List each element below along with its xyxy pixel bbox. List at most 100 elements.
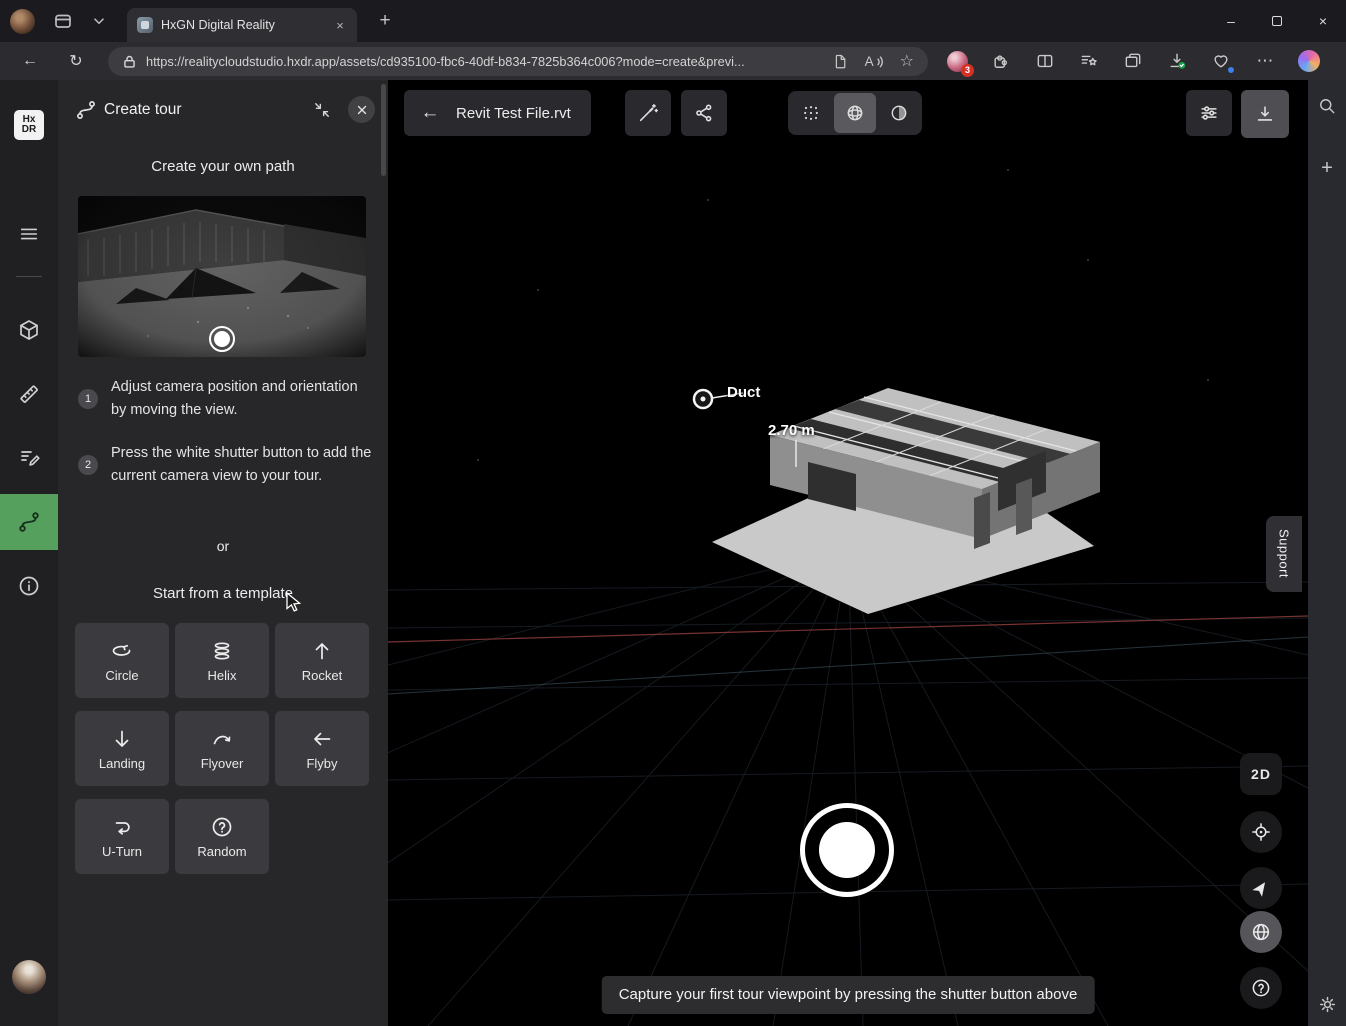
address-bar[interactable]: https://realitycloudstudio.hxdr.app/asse… xyxy=(108,47,928,76)
locate-button[interactable] xyxy=(1240,811,1282,853)
template-circle[interactable]: Circle xyxy=(75,623,169,698)
mesh-mode-button[interactable] xyxy=(834,93,876,133)
minimize-button[interactable]: – xyxy=(1208,0,1254,42)
panel-title: Create tour xyxy=(104,101,182,119)
browser-titlebar: HxGN Digital Reality × + – × xyxy=(0,0,1346,42)
annotate-icon[interactable] xyxy=(17,446,41,470)
download-model-button[interactable] xyxy=(1241,90,1289,138)
template-helix[interactable]: Helix xyxy=(175,623,269,698)
textured-mode-button[interactable] xyxy=(878,93,920,133)
collections-icon[interactable] xyxy=(1120,48,1146,74)
question-icon xyxy=(210,815,234,839)
file-name: Revit Test File.rvt xyxy=(456,105,591,122)
split-screen-icon[interactable] xyxy=(1032,48,1058,74)
file-pill: ← Revit Test File.rvt xyxy=(404,90,591,136)
template-flyby[interactable]: Flyby xyxy=(275,711,369,786)
u-turn-icon xyxy=(110,815,134,839)
view-settings-button[interactable] xyxy=(1186,90,1232,136)
favorites-icon[interactable] xyxy=(1076,48,1102,74)
notification-badge: 3 xyxy=(961,64,974,77)
step-2: 2 Press the white shutter button to add … xyxy=(78,442,372,488)
step-1-text: Adjust camera position and orientation b… xyxy=(111,376,372,422)
point-cloud-mode-button[interactable] xyxy=(790,93,832,133)
edge-sidebar: + xyxy=(1308,80,1346,1026)
page-icon[interactable] xyxy=(832,53,849,70)
browser-essentials-icon[interactable] xyxy=(1208,48,1234,74)
window-controls: – × xyxy=(1208,0,1346,42)
close-icon xyxy=(356,104,368,116)
3d-viewport[interactable]: Duct 2.70 m ← Revit Test File.rvt xyxy=(388,80,1308,1026)
url-text[interactable]: https://realitycloudstudio.hxdr.app/asse… xyxy=(146,54,823,69)
hxdr-logo[interactable]: HxDR xyxy=(14,110,44,140)
search-icon[interactable] xyxy=(1315,94,1339,118)
tab-favicon-icon xyxy=(137,17,153,33)
tab-actions-chevron-icon[interactable] xyxy=(87,9,111,33)
support-tab[interactable]: Support xyxy=(1266,516,1302,592)
gear-icon[interactable] xyxy=(1315,992,1339,1016)
assets-cube-icon[interactable] xyxy=(17,318,41,342)
own-path-heading: Create your own path xyxy=(58,158,388,175)
tour-preview-thumbnail xyxy=(78,196,366,357)
collapse-panel-icon[interactable] xyxy=(310,98,334,122)
app-sidebar-rail: HxDR xyxy=(0,80,58,1026)
settings-more-icon[interactable]: ⋯ xyxy=(1252,48,1278,74)
maximize-button[interactable] xyxy=(1254,0,1300,42)
circle-path-icon xyxy=(110,639,134,663)
close-window-button[interactable]: × xyxy=(1300,0,1346,42)
template-landing[interactable]: Landing xyxy=(75,711,169,786)
downloads-icon[interactable] xyxy=(1164,48,1190,74)
arrow-left-icon xyxy=(310,727,334,751)
shutter-button[interactable] xyxy=(800,803,894,897)
favorite-star-icon[interactable]: ☆ xyxy=(900,51,914,71)
user-avatar[interactable] xyxy=(12,960,46,994)
crosshair-icon xyxy=(1250,821,1272,843)
profile-extension-icon[interactable]: 3 xyxy=(944,48,970,74)
new-tab-button[interactable]: + xyxy=(371,7,399,35)
share-button[interactable] xyxy=(681,90,727,136)
template-rocket[interactable]: Rocket xyxy=(275,623,369,698)
thumbnail-shutter-icon xyxy=(209,326,235,352)
browser-tab[interactable]: HxGN Digital Reality × xyxy=(127,8,357,42)
arrow-up-icon xyxy=(310,639,334,663)
teal-axis-line xyxy=(388,637,1308,694)
extensions-puzzle-icon[interactable] xyxy=(988,48,1014,74)
template-flyover[interactable]: Flyover xyxy=(175,711,269,786)
template-grid: Circle Helix Rocket Landing Flyover xyxy=(75,623,369,874)
refresh-button[interactable]: ↻ xyxy=(62,47,90,75)
2d-mode-button[interactable]: 2D xyxy=(1240,753,1282,795)
globe-button[interactable] xyxy=(1240,911,1282,953)
panel-scrollbar[interactable] xyxy=(381,84,386,176)
close-panel-button[interactable] xyxy=(348,96,375,123)
essentials-badge xyxy=(1227,66,1235,74)
step-1-number: 1 xyxy=(78,389,98,409)
navigation-arrow-icon xyxy=(1251,878,1271,898)
hamburger-menu-icon[interactable] xyxy=(17,222,41,246)
info-icon[interactable] xyxy=(17,574,41,598)
duct-annotation-label[interactable]: Duct xyxy=(727,384,760,401)
navigate-button[interactable] xyxy=(1240,867,1282,909)
tour-path-icon xyxy=(16,509,42,535)
sliders-icon xyxy=(1198,102,1220,124)
read-aloud-icon[interactable]: A xyxy=(865,54,884,69)
copilot-icon[interactable] xyxy=(1296,48,1322,74)
address-bar-actions: A ☆ xyxy=(832,51,914,71)
cloud-download-icon xyxy=(1254,103,1276,125)
workspaces-icon[interactable] xyxy=(51,9,75,33)
panel-header: Create tour xyxy=(58,90,388,130)
tour-path-icon xyxy=(74,98,98,127)
tour-tool-selected[interactable] xyxy=(0,494,58,550)
create-tour-panel: Create tour Create your own path xyxy=(58,80,388,1026)
browser-profile-avatar[interactable] xyxy=(10,9,35,34)
arrow-down-icon xyxy=(110,727,134,751)
add-sidebar-icon[interactable]: + xyxy=(1315,156,1339,180)
magic-wand-button[interactable] xyxy=(625,90,671,136)
template-uturn[interactable]: U-Turn xyxy=(75,799,169,874)
back-button[interactable]: ← xyxy=(16,47,44,75)
help-button[interactable] xyxy=(1240,967,1282,1009)
or-divider: or xyxy=(58,538,388,554)
tab-close-icon[interactable]: × xyxy=(331,18,349,33)
template-random[interactable]: Random xyxy=(175,799,269,874)
measure-icon[interactable] xyxy=(17,382,41,406)
tab-title: HxGN Digital Reality xyxy=(161,18,323,32)
viewport-back-button[interactable]: ← xyxy=(404,90,456,136)
